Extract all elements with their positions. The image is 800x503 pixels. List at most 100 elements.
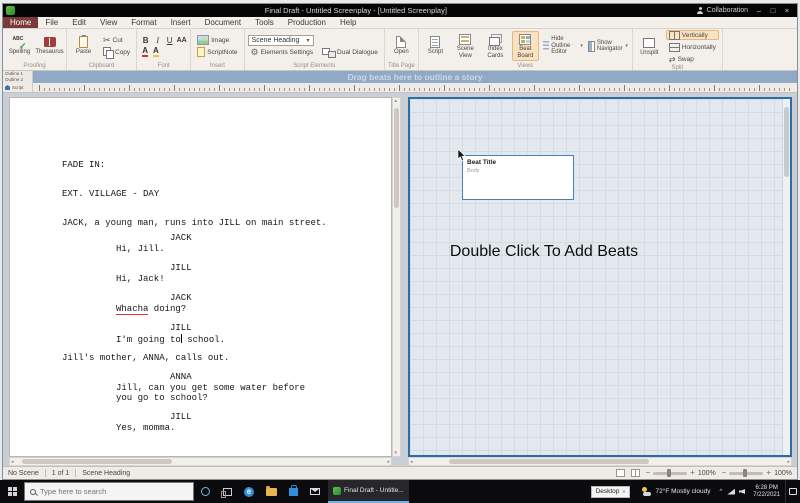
tab-tools[interactable]: Tools — [248, 17, 281, 28]
collaboration-button[interactable]: Collaboration — [697, 7, 748, 14]
tab-production[interactable]: Production — [281, 17, 333, 28]
taskbar-app-final-draft[interactable]: Final Draft - Untitle... — [328, 480, 409, 503]
collaboration-icon — [697, 7, 704, 14]
volume-icon[interactable] — [739, 489, 746, 494]
date: 7/22/2021 — [753, 491, 780, 498]
tab-file[interactable]: File — [38, 17, 65, 28]
clock[interactable]: 6:28 PM 7/22/2021 — [748, 480, 785, 503]
start-button[interactable] — [0, 480, 24, 503]
underline-button[interactable]: U — [164, 35, 175, 45]
action-center-button[interactable] — [785, 480, 800, 503]
font-size-button[interactable]: AA — [176, 35, 187, 45]
outline-drop-zone[interactable]: Drag beats here to outline a story — [33, 71, 797, 83]
split-vertically-button[interactable]: Vertically — [665, 30, 719, 40]
page-view-toggle-icon[interactable] — [615, 469, 625, 477]
mail-button[interactable] — [304, 480, 326, 503]
paste-button[interactable]: Paste — [70, 34, 97, 58]
scriptnote-button[interactable]: ScriptNote — [194, 47, 240, 57]
outline-lane-2[interactable]: Outline 2 — [5, 77, 30, 83]
close-button[interactable]: × — [780, 5, 794, 16]
status-scene: No Scene — [8, 469, 39, 477]
tab-view[interactable]: View — [93, 17, 124, 28]
zoom-slider-thumb[interactable] — [743, 469, 748, 477]
task-view-button[interactable] — [216, 480, 238, 503]
hidden-icons-chevron-icon[interactable]: ^ — [719, 489, 722, 495]
group-label-clipboard: Clipboard — [88, 63, 115, 69]
script-view-button[interactable]: Script — [422, 34, 449, 58]
group-proofing: Spelling Thesaurus Proofing — [3, 29, 67, 70]
network-icon[interactable] — [727, 488, 736, 495]
scrollbar-thumb[interactable] — [22, 459, 172, 464]
swap-button[interactable]: Swap — [666, 54, 719, 64]
highlight-button[interactable]: A — [152, 47, 159, 57]
desktop-toolbar[interactable]: Desktop » — [590, 485, 631, 498]
show-navigator-button[interactable]: Show Navigator ▾ — [587, 39, 629, 54]
unsplit-button[interactable]: Unsplit — [636, 35, 663, 59]
board-zoom-control[interactable]: − + 100% — [722, 469, 792, 477]
spelling-button[interactable]: Spelling — [6, 34, 33, 58]
thesaurus-button[interactable]: Thesaurus — [35, 34, 64, 58]
outline-level-marker-icon[interactable] — [5, 85, 10, 90]
board-view-toggle-icon[interactable] — [630, 469, 640, 477]
time: 6:28 PM — [755, 484, 778, 491]
scrollbar-thumb[interactable] — [394, 108, 399, 208]
maximize-button[interactable]: □ — [766, 5, 780, 16]
zoom-out-icon[interactable]: − — [646, 469, 651, 477]
windows-taskbar: Final Draft - Untitle... Desktop » 72°F … — [0, 480, 800, 503]
tab-document[interactable]: Document — [198, 17, 248, 28]
script-line: Hi, Jack! — [116, 274, 165, 284]
copy-button[interactable]: Copy — [100, 47, 133, 59]
split-horizontally-button[interactable]: Horizontally — [666, 42, 719, 52]
menu-bar: Home File Edit View Format Insert Docume… — [3, 17, 797, 29]
minimize-button[interactable]: – — [752, 5, 766, 16]
scene-view-button[interactable]: Scene View — [452, 31, 479, 61]
font-color-button[interactable]: A — [142, 47, 148, 57]
board-horizontal-scrollbar[interactable] — [408, 457, 792, 466]
elements-settings-button[interactable]: Elements Settings — [248, 48, 316, 58]
zoom-slider[interactable] — [653, 469, 688, 477]
final-draft-window: Final Draft - Untitled Screenplay - [Unt… — [2, 3, 798, 480]
zoom-in-icon[interactable]: + — [766, 469, 771, 477]
cut-button[interactable]: Cut — [100, 35, 133, 45]
script-vertical-scrollbar[interactable] — [392, 97, 401, 457]
tab-home[interactable]: Home — [3, 17, 39, 28]
store-button[interactable] — [282, 480, 304, 503]
unsplit-icon — [643, 38, 656, 49]
scrollbar-thumb[interactable] — [449, 459, 649, 464]
beat-card[interactable]: Beat Title Body — [462, 155, 574, 200]
zoom-slider[interactable] — [729, 469, 764, 477]
tab-insert[interactable]: Insert — [164, 17, 198, 28]
zoom-in-icon[interactable]: + — [690, 469, 695, 477]
status-element-type: Scene Heading — [82, 469, 131, 477]
outline-lane-script[interactable]: Script — [3, 83, 33, 92]
scrollbar-thumb[interactable] — [784, 107, 789, 177]
zoom-slider-thumb[interactable] — [667, 469, 672, 477]
beat-board-button[interactable]: Beat Board — [511, 31, 539, 61]
element-dropdown[interactable]: Scene Heading — [247, 34, 314, 46]
beat-board[interactable]: Beat Title Body Double Click To Add Beat… — [408, 97, 792, 457]
script-page[interactable]: FADE IN: EXT. VILLAGE - DAY JACK, a youn… — [9, 97, 392, 457]
weather-widget[interactable]: 72°F Mostly cloudy — [636, 480, 715, 503]
bold-button[interactable]: B — [140, 35, 151, 45]
script-line: Whacha doing? — [116, 304, 187, 315]
title-page-open-button[interactable]: Open — [388, 34, 415, 58]
index-cards-button[interactable]: Index Cards — [482, 31, 509, 61]
tab-help[interactable]: Help — [333, 17, 363, 28]
taskbar-search[interactable] — [24, 482, 194, 501]
script-zoom-control[interactable]: − + 100% — [646, 469, 716, 477]
board-vertical-scrollbar[interactable] — [782, 99, 790, 455]
tab-format[interactable]: Format — [124, 17, 163, 28]
script-line: Yes, momma. — [116, 423, 176, 433]
italic-button[interactable]: I — [152, 35, 163, 45]
script-horizontal-scrollbar[interactable] — [9, 457, 392, 466]
edge-button[interactable] — [238, 480, 260, 503]
file-explorer-button[interactable] — [260, 480, 282, 503]
image-button[interactable]: Image — [194, 35, 240, 45]
hide-outline-editor-button[interactable]: Hide Outline Editor ▾ — [542, 35, 584, 57]
zoom-out-icon[interactable]: − — [722, 469, 727, 477]
search-input[interactable] — [40, 487, 188, 496]
group-label-script-elements: Script Elements — [293, 63, 336, 69]
cortana-button[interactable] — [194, 480, 216, 503]
tab-edit[interactable]: Edit — [65, 17, 93, 28]
dual-dialogue-button[interactable]: Dual Dialogue — [319, 48, 381, 58]
